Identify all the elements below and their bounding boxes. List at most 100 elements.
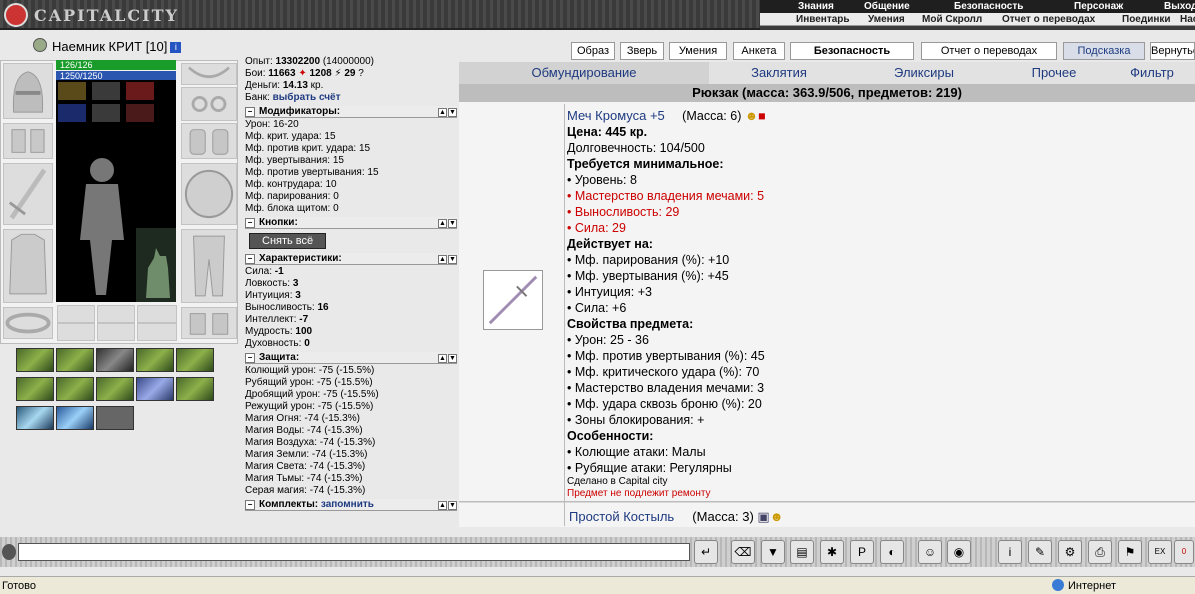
exit-icon[interactable]: EX	[1148, 540, 1172, 564]
item-no-repair: Предмет не подлежит ремонту	[567, 488, 711, 499]
earrings-icon	[191, 96, 227, 112]
nav-security-button[interactable]: Безопасность	[790, 42, 914, 60]
bank-select-link[interactable]: выбрать счёт	[273, 92, 341, 103]
spell-scroll-3[interactable]	[96, 348, 134, 372]
submenu-inventory[interactable]: Инвентарь	[796, 13, 850, 26]
spell-scroll-9[interactable]	[136, 377, 174, 401]
sword-icon	[488, 275, 538, 325]
hp-bar: 126/126	[56, 60, 176, 70]
tab-equipment[interactable]: Обмундирование	[459, 62, 709, 84]
rune-slot-2[interactable]	[97, 323, 135, 341]
cat-icon	[146, 248, 170, 298]
modifiers-header[interactable]: − Модификаторы: ▲ ▼	[245, 106, 457, 118]
rune-slot-1[interactable]	[57, 323, 95, 341]
smiley-icon[interactable]: ☺	[918, 540, 942, 564]
spell-scroll-12[interactable]	[56, 406, 94, 430]
ring-slot-2[interactable]	[97, 305, 135, 323]
spell-scroll-7[interactable]	[56, 377, 94, 401]
item-name-link[interactable]: Меч Кромуса +5	[567, 108, 665, 123]
speed-icon[interactable]: ◐	[880, 540, 904, 564]
belt-slot[interactable]	[3, 307, 53, 339]
tab-elixirs[interactable]: Эликсиры	[849, 62, 999, 84]
sets-header[interactable]: − Комплекты: запомнить ▲ ▼	[245, 499, 457, 511]
ring-slot-1[interactable]	[57, 305, 95, 323]
private-icon[interactable]: P	[850, 540, 874, 564]
rune-slot-3[interactable]	[137, 323, 177, 341]
menu-communication[interactable]: Общение	[864, 0, 910, 13]
earrings-slot[interactable]	[181, 87, 237, 121]
protection-line: Магия Огня: -74 (-15.3%)	[245, 413, 360, 424]
armor-slot[interactable]	[3, 229, 53, 303]
acts-line: • Мф. увертывания (%): +45	[567, 269, 729, 283]
amulet-icon	[188, 66, 230, 79]
spell-scroll-5[interactable]	[176, 348, 214, 372]
ring-slot-3[interactable]	[137, 305, 177, 323]
submenu-my-scroll[interactable]: Мой Скролл	[922, 13, 982, 26]
nav-skills-button[interactable]: Умения	[669, 42, 727, 60]
print-tool-icon[interactable]: ⎙	[1088, 540, 1112, 564]
submenu-settings[interactable]: Настр	[1180, 13, 1195, 26]
protection-header[interactable]: − Защита: ▲ ▼	[245, 352, 457, 364]
helmet-slot[interactable]	[3, 63, 53, 119]
protection-line: Серая магия: -74 (-15.3%)	[245, 485, 366, 496]
scroll-tool-icon[interactable]: ✎	[1028, 540, 1052, 564]
spell-scroll-11[interactable]	[16, 406, 54, 430]
chat-scroll-icon[interactable]	[2, 544, 16, 560]
unequip-all-button[interactable]: Снять всё	[249, 233, 327, 249]
item-thumbnail[interactable]	[483, 270, 543, 330]
spell-scroll-8[interactable]	[96, 377, 134, 401]
nav-image-button[interactable]: Образ	[571, 42, 615, 60]
submenu-transfer-report[interactable]: Отчет о переводах	[1002, 13, 1095, 26]
nav-hint-button[interactable]: Подсказка	[1063, 42, 1145, 60]
pet-cat-image[interactable]	[136, 228, 176, 302]
nav-return-button[interactable]: Вернуться	[1150, 42, 1195, 60]
submenu-skills[interactable]: Умения	[868, 13, 905, 26]
clear-icon[interactable]: ⌫	[731, 540, 755, 564]
tab-spells[interactable]: Заклятия	[709, 62, 849, 84]
spell-scroll-6[interactable]	[16, 377, 54, 401]
boots-slot[interactable]	[181, 307, 237, 339]
shield-slot[interactable]	[181, 163, 237, 225]
menu-security[interactable]: Безопасность	[954, 0, 1023, 13]
remember-set-link[interactable]: запомнить	[321, 499, 374, 510]
nav-profile-button[interactable]: Анкета	[733, 42, 785, 60]
character-level: [10]	[145, 39, 168, 54]
submenu-duels[interactable]: Поединки	[1122, 13, 1171, 26]
info-tool-icon[interactable]: i	[998, 540, 1022, 564]
flag-icon[interactable]: ⚑	[1118, 540, 1142, 564]
spell-scroll-13[interactable]	[96, 406, 134, 430]
game-window: CAPITALCITY Знания Общение Безопасность …	[0, 0, 1195, 594]
amulet-slot[interactable]	[181, 63, 237, 85]
weapon-slot[interactable]	[3, 163, 53, 225]
tab-other[interactable]: Прочее	[999, 62, 1109, 84]
chat-input[interactable]	[18, 543, 690, 561]
settings-tool-icon[interactable]: ⚙	[1058, 540, 1082, 564]
leggings-icon	[193, 235, 225, 297]
nav-pet-button[interactable]: Зверь	[620, 42, 664, 60]
filter-icon[interactable]: ▼	[761, 540, 785, 564]
protection-line: Рубящий урон: -75 (-15.5%)	[245, 377, 373, 388]
clan-emblem-icon	[33, 38, 47, 52]
spell-scroll-10[interactable]	[176, 377, 214, 401]
tab-filter[interactable]: Фильтр	[1109, 62, 1195, 84]
info-icon[interactable]: i	[170, 42, 182, 53]
spell-scroll-1[interactable]	[16, 348, 54, 372]
spell-scroll-2[interactable]	[56, 348, 94, 372]
nav-transfer-report-button[interactable]: Отчет о переводах	[921, 42, 1057, 60]
leggings-slot[interactable]	[181, 229, 237, 303]
menu-character[interactable]: Персонаж	[1074, 0, 1123, 13]
protection-line: Дробящий урон: -75 (-15.5%)	[245, 389, 379, 400]
menu-exit[interactable]: Выход	[1164, 0, 1195, 13]
bracers-slot[interactable]	[3, 123, 53, 159]
gloves-slot[interactable]	[181, 123, 237, 159]
item-name-link[interactable]: Простой Костыль	[569, 509, 674, 524]
clock-icon[interactable]: 0	[1174, 540, 1194, 564]
menu-knowledge[interactable]: Знания	[798, 0, 834, 13]
save-icon[interactable]: ▤	[790, 540, 814, 564]
send-icon[interactable]: ↵	[694, 540, 718, 564]
actions-icon[interactable]: ✱	[820, 540, 844, 564]
spell-scroll-4[interactable]	[136, 348, 174, 372]
characteristics-header[interactable]: − Характеристики: ▲ ▼	[245, 253, 457, 265]
buttons-header[interactable]: − Кнопки: ▲ ▼	[245, 217, 457, 229]
helmet-icon[interactable]: ◉	[947, 540, 971, 564]
